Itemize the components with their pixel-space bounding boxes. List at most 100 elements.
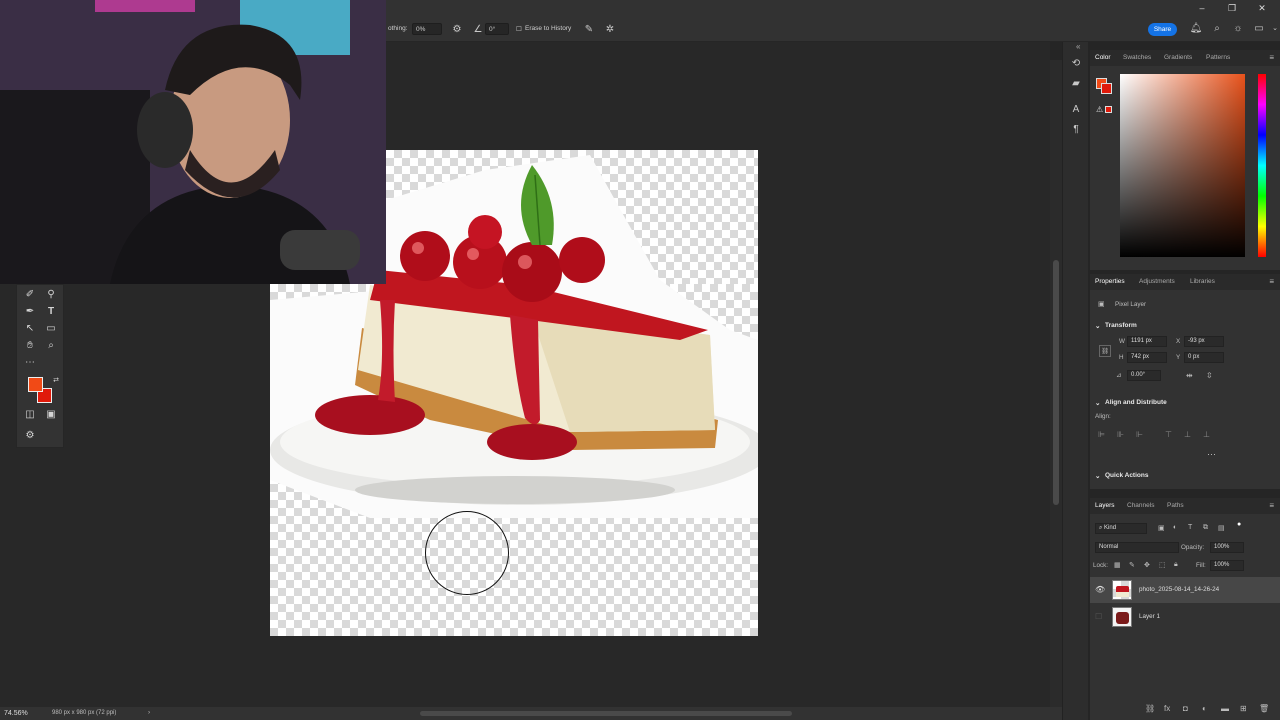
layer-row-photo[interactable]: 👁︎ photo_2025-08-14_14-26-24 [1090,577,1280,603]
quick-actions-chevron-icon[interactable]: ⌄ [1095,472,1100,480]
transform-chevron-icon[interactable]: ⌄ [1095,322,1100,330]
layer-row-layer1[interactable]: ☐ Layer 1 [1090,604,1280,630]
x-field[interactable]: -93 px [1184,336,1224,347]
fx-icon[interactable]: fx [1164,704,1170,713]
opacity-field[interactable]: 100% [1210,542,1244,553]
hand-icon[interactable]: ✋︎ [21,338,39,354]
type-icon[interactable]: T [42,304,60,320]
erase-to-history-checkbox[interactable]: ☐ [516,25,522,33]
lock-image-icon[interactable]: ✎ [1129,561,1135,569]
quick-actions-title[interactable]: Quick Actions [1105,472,1148,479]
tab-color[interactable]: Color [1095,54,1111,61]
lock-artboard-icon[interactable]: ⬚ [1159,561,1166,569]
angle-field[interactable]: 0° [485,23,509,35]
quick-mask-icon[interactable]: ◫ [21,407,39,423]
zoom-magnifier-icon[interactable]: ⚲ [42,287,60,303]
foreground-color-swatch[interactable] [28,377,43,392]
link-layers-icon[interactable]: ⛓ [1145,704,1155,713]
share-button[interactable]: Share [1148,23,1177,36]
align-right-icon[interactable]: ⊩ [1136,430,1143,439]
spot-healing-icon[interactable]: ✐ [21,287,39,303]
tab-layers[interactable]: Layers [1095,502,1115,509]
document-info[interactable]: 980 px x 980 px (72 ppi) [52,710,116,716]
more-tools-icon[interactable]: ⋯ [21,355,39,371]
minimize-icon[interactable]: – [1194,1,1210,15]
panel-menu-icon[interactable]: ≡ [1269,53,1274,62]
filter-toggle-icon[interactable]: ● [1237,521,1241,528]
delete-layer-icon[interactable]: 🗑︎ [1259,704,1269,713]
hue-slider[interactable] [1258,74,1266,257]
align-distribute-title[interactable]: Align and Distribute [1105,399,1167,406]
history-icon[interactable]: ⟲ [1068,56,1084,72]
align-chevron-icon[interactable]: ⌄ [1095,399,1100,407]
filter-type-icon[interactable]: T [1188,524,1192,531]
gamut-swatch[interactable] [1105,106,1112,113]
width-field[interactable]: 1191 px [1127,336,1167,347]
flip-horizontal-icon[interactable]: ⇹ [1186,371,1193,380]
path-selection-icon[interactable]: ↖ [21,321,39,337]
tab-libraries[interactable]: Libraries [1190,278,1215,285]
pressure-opacity-icon[interactable]: ✎ [582,23,596,37]
zoom-icon[interactable]: ⌕ [42,338,60,354]
status-chevron-icon[interactable]: › [148,709,150,716]
align-left-icon[interactable]: ⊫ [1098,430,1105,439]
angle-field[interactable]: 0.00° [1127,370,1161,381]
collapse-panels-icon[interactable]: « [1076,42,1080,51]
eye-icon[interactable]: 👁︎ [1095,585,1105,594]
lock-transparent-icon[interactable]: ▦ [1114,561,1121,569]
bell-icon[interactable]: 🔔︎ [1189,22,1203,36]
tab-adjustments[interactable]: Adjustments [1139,278,1175,285]
edit-toolbar-icon[interactable]: ⚙ [21,428,39,444]
panel-menu-icon[interactable]: ≡ [1269,277,1274,286]
align-middle-icon[interactable]: ⊥ [1184,430,1191,439]
align-center-icon[interactable]: ⊪ [1117,430,1124,439]
workspace-icon[interactable]: ▭ [1252,22,1266,36]
filter-shape-icon[interactable]: ⧉ [1203,524,1208,532]
y-field[interactable]: 0 px [1184,352,1224,363]
tab-channels[interactable]: Channels [1127,502,1154,509]
chevron-down-icon[interactable]: ⌄ [1268,22,1280,36]
smoothing-field[interactable]: 0% [412,23,442,35]
link-icon[interactable]: ⛓ [1099,345,1111,357]
tab-paths[interactable]: Paths [1167,502,1184,509]
close-icon[interactable]: ✕ [1254,1,1270,15]
gear-icon[interactable]: ⚙ [450,23,464,37]
rectangle-icon[interactable]: ▭ [42,321,60,337]
adjustment-layer-icon[interactable]: ◐ [1202,704,1207,713]
kind-filter[interactable]: ⌕ Kind [1095,523,1147,534]
paragraph-icon[interactable]: ¶ [1068,122,1084,138]
zoom-level[interactable]: 74.56% [4,710,28,717]
tab-gradients[interactable]: Gradients [1164,54,1192,61]
filter-smart-icon[interactable]: ▤ [1218,524,1225,532]
filter-pixel-icon[interactable]: ▣ [1158,524,1165,532]
lock-position-icon[interactable]: ✥ [1144,561,1150,569]
align-bottom-icon[interactable]: ⊥ [1203,430,1210,439]
swap-colors-icon[interactable]: ⇄ [47,373,65,389]
transform-title[interactable]: Transform [1105,322,1137,329]
comment-icon[interactable]: ▰ [1068,76,1084,92]
panel-menu-icon[interactable]: ≡ [1269,501,1274,510]
vertical-scrollbar[interactable] [1050,60,1062,708]
screen-mode-icon[interactable]: ▣ [42,407,60,423]
restore-icon[interactable]: ❐ [1224,1,1240,15]
character-icon[interactable]: A [1068,102,1084,118]
layer-name[interactable]: photo_2025-08-14_14-26-24 [1139,586,1219,593]
symmetry-icon[interactable]: ✲ [603,23,617,37]
height-field[interactable]: 742 px [1127,352,1167,363]
more-options-icon[interactable]: ⋯ [1207,449,1216,460]
tab-swatches[interactable]: Swatches [1123,54,1151,61]
discover-icon[interactable]: ☼ [1231,22,1245,36]
tab-properties[interactable]: Properties [1095,278,1125,285]
filter-adjustment-icon[interactable]: ◐ [1173,524,1177,531]
fill-field[interactable]: 100% [1210,560,1244,571]
lock-all-icon[interactable]: 🔒︎ [1174,561,1178,569]
add-mask-icon[interactable]: ◘ [1183,704,1188,713]
tab-patterns[interactable]: Patterns [1206,54,1230,61]
flip-vertical-icon[interactable]: ⇳ [1206,371,1213,380]
layer-name[interactable]: Layer 1 [1139,613,1160,620]
new-group-icon[interactable]: ▬ [1221,704,1229,713]
new-layer-icon[interactable]: ⊞ [1240,704,1247,713]
align-top-icon[interactable]: ⊤ [1165,430,1172,439]
pen-icon[interactable]: ✒ [21,304,39,320]
visibility-toggle[interactable]: ☐ [1095,612,1102,621]
